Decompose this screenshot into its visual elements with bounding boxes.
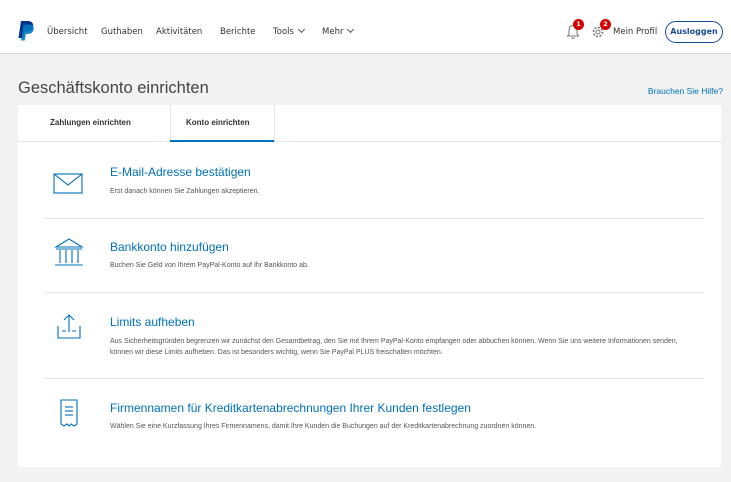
task-title[interactable]: Bankkonto hinzufügen [110, 240, 229, 254]
tab-bar: Zahlungen einrichten Konto einrichten [18, 105, 721, 142]
notification-badge: 1 [573, 19, 584, 30]
active-tab-indicator [170, 140, 274, 142]
tab-divider [274, 105, 275, 142]
help-link[interactable]: Brauchen Sie Hilfe? [648, 86, 723, 96]
envelope-icon [53, 173, 83, 194]
top-navigation: Übersicht Guthaben Aktivitäten Berichte … [0, 0, 731, 54]
task-description: Buchen Sie Geld von Ihrem PayPal-Konto a… [110, 262, 309, 269]
task-add-bank-account[interactable]: Bankkonto hinzufügen Buchen Sie Geld von… [44, 235, 704, 291]
settings-badge: 2 [600, 19, 611, 30]
task-description: Wählen Sie eine Kurzfassung Ihres Firmen… [110, 423, 537, 430]
nav-mehr-label: Mehr [322, 27, 344, 37]
logout-button[interactable]: Ausloggen [665, 21, 723, 43]
profile-link[interactable]: Mein Profil [613, 27, 657, 37]
chevron-down-icon [297, 25, 305, 34]
task-title[interactable]: Limits aufheben [110, 315, 195, 329]
nav-guthaben[interactable]: Guthaben [101, 27, 143, 37]
task-title[interactable]: E-Mail-Adresse bestätigen [110, 165, 251, 179]
divider [44, 218, 704, 219]
divider [44, 292, 704, 293]
task-description: Aus Sicherheitsgründen begrenzen wir zun… [110, 338, 678, 356]
nav-berichte[interactable]: Berichte [220, 27, 256, 37]
page-title: Geschäftskonto einrichten [18, 79, 209, 97]
task-company-name[interactable]: Firmennamen für Kreditkartenabrechnungen… [44, 396, 704, 452]
nav-tools-label: Tools [273, 27, 294, 37]
tab-divider [170, 105, 171, 142]
nav-mehr[interactable]: Mehr [322, 25, 355, 37]
nav-uebersicht[interactable]: Übersicht [47, 27, 88, 37]
setup-card: Zahlungen einrichten Konto einrichten E-… [18, 105, 721, 467]
task-email-confirm[interactable]: E-Mail-Adresse bestätigen Erst danach kö… [44, 163, 704, 219]
tab-konto-einrichten[interactable]: Konto einrichten [186, 118, 250, 127]
task-lift-limits[interactable]: Limits aufheben Aus Sicherheitsgründen b… [44, 310, 704, 380]
upload-icon [57, 314, 81, 339]
nav-aktivitaeten[interactable]: Aktivitäten [156, 27, 202, 37]
nav-tools[interactable]: Tools [273, 25, 305, 37]
bank-icon [54, 238, 84, 266]
divider [44, 378, 704, 379]
task-description: Erst danach können Sie Zahlungen akzepti… [110, 188, 260, 195]
chevron-down-icon [347, 25, 355, 34]
paypal-logo-icon[interactable] [18, 21, 34, 41]
task-title[interactable]: Firmennamen für Kreditkartenabrechnungen… [110, 401, 471, 415]
tab-zahlungen-einrichten[interactable]: Zahlungen einrichten [50, 118, 131, 127]
receipt-icon [60, 399, 78, 427]
